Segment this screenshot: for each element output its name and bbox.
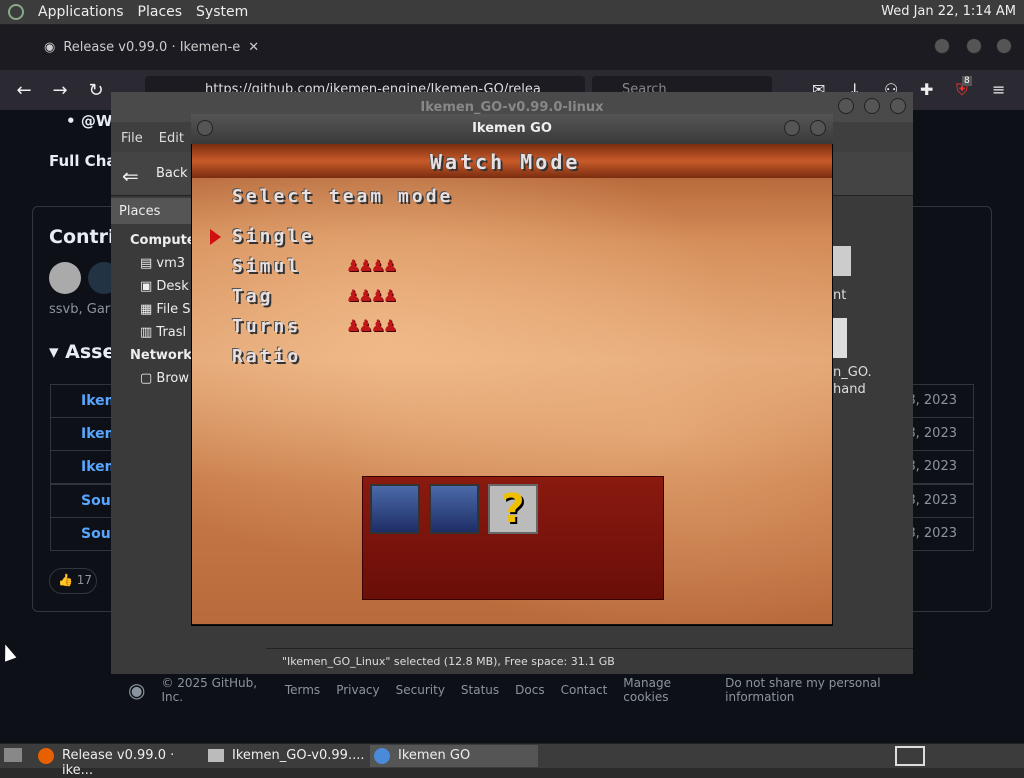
network-section: Network [130,348,192,363]
footer-link-contact[interactable]: Contact [561,683,608,697]
browser-tab[interactable]: ◉ Release v0.99.0 · Ikemen-e ✕ [44,32,264,62]
system-logo-icon [8,4,24,20]
places-selector[interactable]: Places [111,198,191,224]
minimize-button[interactable] [934,38,950,54]
sidebar-item-desktop[interactable]: ▣ Desk [140,279,189,294]
fm-close-button[interactable] [890,98,906,114]
edit-menu[interactable]: Edit [159,131,184,152]
option-tag[interactable]: Tag [232,286,274,307]
fm-maximize-button[interactable] [864,98,880,114]
folder-icon [208,749,224,762]
ikemen-title: Ikemen GO [191,114,833,144]
release-bullet[interactable]: • @W [66,112,112,130]
firefox-icon [38,748,54,764]
avatar[interactable] [49,262,81,294]
ikemen-close-button[interactable] [810,120,826,136]
workspace-switcher[interactable] [895,746,925,766]
footer-link-do-not-share[interactable]: Do not share my personal information [725,676,928,704]
taskbar-item-file-manager[interactable]: Ikemen_GO-v0.99.... [204,745,370,767]
folder-icon[interactable] [833,246,851,276]
ikemen-menu-button[interactable] [197,120,213,136]
ikemen-minimize-button[interactable] [784,120,800,136]
file-icon[interactable] [833,318,847,358]
option-simul[interactable]: Simul [232,256,301,277]
footer-link-privacy[interactable]: Privacy [336,683,379,697]
team-members-icon: ♟♟♟♟ [346,316,397,335]
assets-heading[interactable]: ▾ Asse [49,341,115,363]
clock[interactable]: Wed Jan 22, 1:14 AM [881,4,1016,19]
selection-cursor-icon [210,229,221,245]
select-team-mode-label: Select team mode [232,186,454,207]
sidebar-item-vm3[interactable]: ▤ vm3 [140,256,185,271]
tab-title: Release v0.99.0 · Ikemen-e [63,39,241,55]
ikemen-icon [374,748,390,764]
back-icon[interactable]: ⇐ [122,164,139,188]
top-panel: Applications Places System [0,0,1024,25]
random-character-slot[interactable]: ? [488,484,538,534]
taskbar-item-firefox[interactable]: Release v0.99.0 · ike... [34,745,200,778]
file-label: nt [833,288,847,303]
file-label: hand [833,382,866,397]
applications-menu[interactable]: Applications [38,4,124,20]
full-changelog: Full Cha [49,152,117,170]
sidebar-item-trash[interactable]: ▥ Trasl [140,325,186,340]
close-button[interactable] [996,38,1012,54]
back-arrow-icon[interactable]: ← [6,80,42,101]
fm-back-button[interactable]: Back [156,166,188,181]
sidebar-item-browse-network[interactable]: ▢ Brow [140,371,189,386]
option-single[interactable]: Single [232,226,315,247]
option-ratio[interactable]: Ratio [232,346,301,367]
github-icon: ◉ [44,39,56,55]
maximize-button[interactable] [966,38,982,54]
character-portrait[interactable] [370,484,420,534]
extensions-icon[interactable]: ✚ [920,80,933,99]
watch-mode-title: Watch Mode [430,150,581,174]
show-desktop-icon[interactable] [4,748,22,762]
fm-status-bar: "Ikemen_GO_Linux" selected (12.8 MB), Fr… [266,648,913,674]
close-tab-icon[interactable]: ✕ [248,40,259,55]
character-portrait[interactable] [429,484,479,534]
github-footer: ◉ © 2025 GitHub, Inc. Terms Privacy Secu… [128,676,928,704]
taskbar-item-ikemen[interactable]: Ikemen GO [370,745,538,767]
footer-link-status[interactable]: Status [461,683,499,697]
file-menu[interactable]: File [121,131,143,152]
contributor-names: ssvb, Gary [49,302,118,317]
footer-copyright: © 2025 GitHub, Inc. [161,676,258,704]
badge-count: 8 [962,76,972,86]
github-logo-icon: ◉ [128,678,146,702]
footer-link-cookies[interactable]: Manage cookies [623,676,709,704]
forward-arrow-icon[interactable]: → [42,80,78,101]
footer-link-docs[interactable]: Docs [515,683,544,697]
option-turns[interactable]: Turns [232,316,301,337]
menu-icon[interactable]: ≡ [992,80,1005,99]
file-label: n_GO. [833,365,872,380]
footer-link-security[interactable]: Security [396,683,445,697]
team-members-icon: ♟♟♟♟ [346,286,397,305]
reload-icon[interactable]: ↻ [78,80,114,101]
places-menu[interactable]: Places [138,4,183,20]
reaction-thumbs-up[interactable]: 👍 17 [49,568,97,594]
sidebar-item-filesystem[interactable]: ▦ File S [140,302,191,317]
fm-minimize-button[interactable] [838,98,854,114]
footer-link-terms[interactable]: Terms [285,683,320,697]
team-members-icon: ♟♟♟♟ [346,256,397,275]
system-menu[interactable]: System [196,4,248,20]
